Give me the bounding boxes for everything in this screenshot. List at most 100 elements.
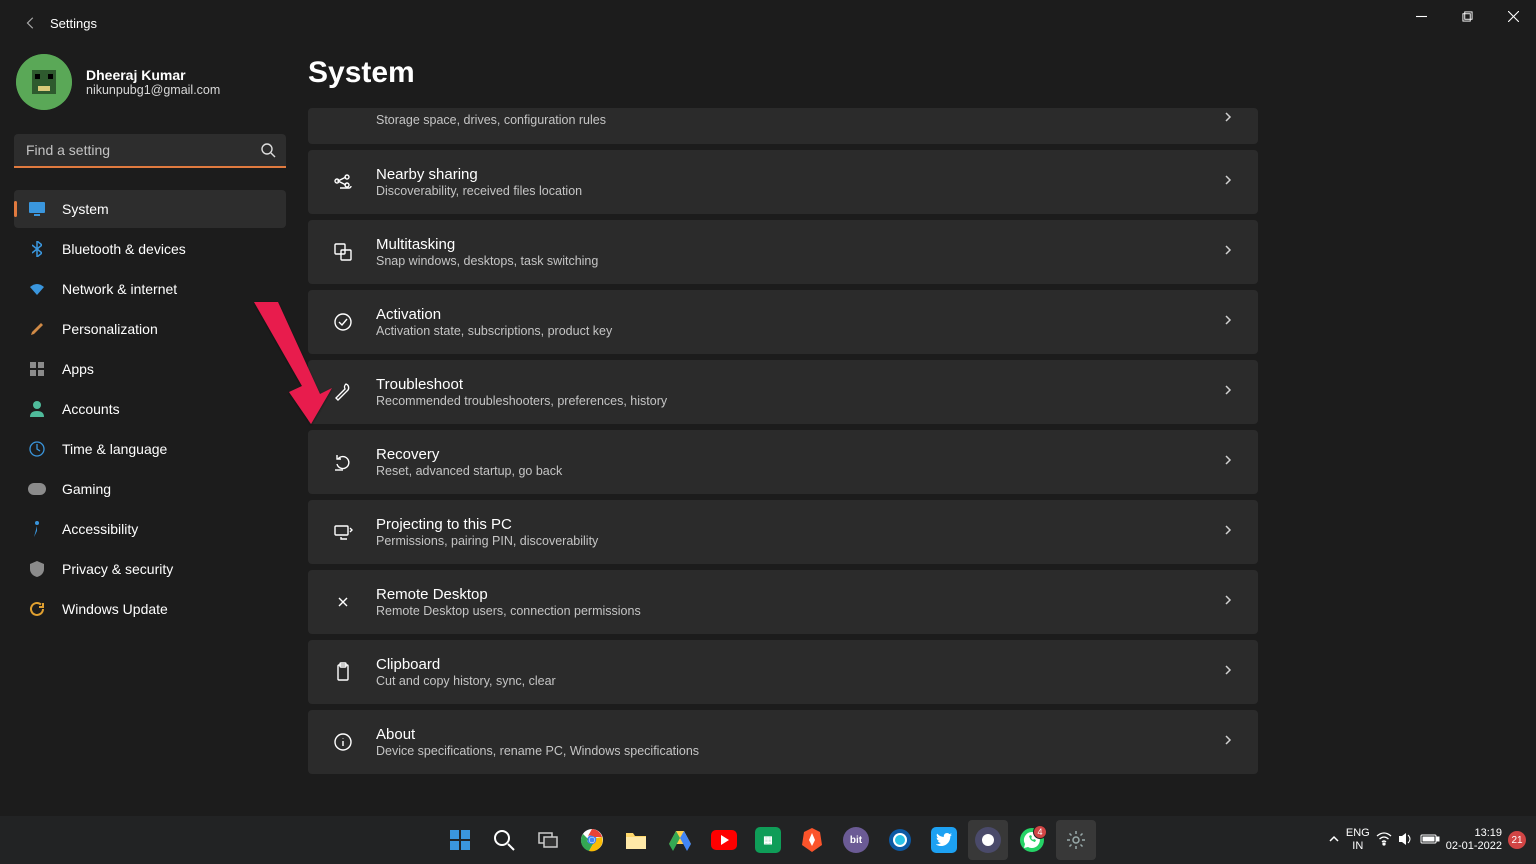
nav-label: Apps: [62, 361, 94, 377]
maximize-button[interactable]: [1444, 0, 1490, 32]
card-title: Nearby sharing: [376, 166, 1222, 183]
card-subtitle: Cut and copy history, sync, clear: [376, 674, 1222, 688]
bluetooth-icon: [28, 240, 46, 258]
minimize-button[interactable]: [1398, 0, 1444, 32]
card-subtitle: Device specifications, rename PC, Window…: [376, 744, 1222, 758]
edge-icon[interactable]: [880, 820, 920, 860]
setting-card-clipboard[interactable]: ClipboardCut and copy history, sync, cle…: [308, 640, 1258, 704]
clipboard-icon: [332, 661, 354, 683]
whatsapp-icon[interactable]: 4: [1012, 820, 1052, 860]
setting-card-about[interactable]: AboutDevice specifications, rename PC, W…: [308, 710, 1258, 774]
settings-app-icon[interactable]: [1056, 820, 1096, 860]
window-controls: [1398, 0, 1536, 32]
search-button[interactable]: [484, 820, 524, 860]
search-input[interactable]: [14, 134, 286, 168]
nav-item-system[interactable]: System: [14, 190, 286, 228]
card-title: Troubleshoot: [376, 376, 1222, 393]
chevron-right-icon: [1222, 453, 1234, 471]
nav-item-personalization[interactable]: Personalization: [14, 310, 286, 348]
card-subtitle: Recommended troubleshooters, preferences…: [376, 394, 1222, 408]
nav-item-bluetooth-devices[interactable]: Bluetooth & devices: [14, 230, 286, 268]
nav-item-accounts[interactable]: Accounts: [14, 390, 286, 428]
wifi-icon: [28, 280, 46, 298]
taskbar-right: ENG IN 13:19 02-01-2022 21: [1328, 827, 1526, 853]
wifi-icon[interactable]: [1376, 832, 1392, 849]
person-icon: [28, 400, 46, 418]
nav-label: Accounts: [62, 401, 120, 417]
setting-card-multitasking[interactable]: MultitaskingSnap windows, desktops, task…: [308, 220, 1258, 284]
taskbar-center: ▦ bit 4: [440, 820, 1096, 860]
volume-icon[interactable]: [1398, 832, 1414, 849]
settings-list: Storage space, drives, configuration rul…: [308, 108, 1258, 774]
setting-card-activation[interactable]: ActivationActivation state, subscription…: [308, 290, 1258, 354]
task-view-button[interactable]: [528, 820, 568, 860]
messages-icon[interactable]: [968, 820, 1008, 860]
nav-label: Gaming: [62, 481, 111, 497]
avatar: [16, 54, 72, 110]
card-title: Projecting to this PC: [376, 516, 1222, 533]
setting-card-recovery[interactable]: RecoveryReset, advanced startup, go back: [308, 430, 1258, 494]
chevron-right-icon: [1222, 173, 1234, 191]
bit-icon[interactable]: bit: [836, 820, 876, 860]
card-subtitle: Activation state, subscriptions, product…: [376, 324, 1222, 338]
twitter-icon[interactable]: [924, 820, 964, 860]
setting-card-projecting-to-this-pc[interactable]: Projecting to this PCPermissions, pairin…: [308, 500, 1258, 564]
setting-card-nearby-sharing[interactable]: Nearby sharingDiscoverability, received …: [308, 150, 1258, 214]
check-circle-icon: [332, 311, 354, 333]
start-button[interactable]: [440, 820, 480, 860]
card-subtitle: Remote Desktop users, connection permiss…: [376, 604, 1222, 618]
profile[interactable]: Dheeraj Kumar nikunpubg1@gmail.com: [14, 54, 286, 110]
brave-icon[interactable]: [792, 820, 832, 860]
card-subtitle: Discoverability, received files location: [376, 184, 1222, 198]
nav-label: System: [62, 201, 109, 217]
nav-item-privacy-security[interactable]: Privacy & security: [14, 550, 286, 588]
back-button[interactable]: [16, 8, 46, 38]
nav: System Bluetooth & devices Network & inter…: [14, 190, 286, 628]
card-title: Multitasking: [376, 236, 1222, 253]
battery-icon[interactable]: [1420, 833, 1440, 848]
setting-card-storage[interactable]: Storage space, drives, configuration rul…: [308, 108, 1258, 144]
nav-label: Bluetooth & devices: [62, 241, 186, 257]
close-button[interactable]: [1490, 0, 1536, 32]
notification-badge[interactable]: 21: [1508, 831, 1526, 849]
clock[interactable]: 13:19 02-01-2022: [1446, 827, 1502, 853]
chevron-right-icon: [1222, 593, 1234, 611]
card-subtitle: Storage space, drives, configuration rul…: [376, 113, 1222, 127]
card-subtitle: Reset, advanced startup, go back: [376, 464, 1222, 478]
language-indicator[interactable]: ENG IN: [1346, 827, 1370, 853]
drive-icon[interactable]: [660, 820, 700, 860]
shield-icon: [28, 560, 46, 578]
gamepad-icon: [28, 480, 46, 498]
globe-clock-icon: [28, 440, 46, 458]
whatsapp-badge: 4: [1033, 825, 1047, 839]
grid-icon: [28, 360, 46, 378]
nav-label: Personalization: [62, 321, 158, 337]
setting-card-troubleshoot[interactable]: TroubleshootRecommended troubleshooters,…: [308, 360, 1258, 424]
brush-icon: [28, 320, 46, 338]
file-explorer-icon[interactable]: [616, 820, 656, 860]
sidebar: Dheeraj Kumar nikunpubg1@gmail.com Syste…: [0, 46, 300, 816]
tray-chevron-icon[interactable]: [1328, 833, 1340, 848]
nav-item-network-internet[interactable]: Network & internet: [14, 270, 286, 308]
nav-item-windows-update[interactable]: Windows Update: [14, 590, 286, 628]
chevron-right-icon: [1222, 383, 1234, 401]
youtube-icon[interactable]: [704, 820, 744, 860]
page-title: System: [308, 56, 1496, 90]
nav-item-accessibility[interactable]: Accessibility: [14, 510, 286, 548]
card-subtitle: Permissions, pairing PIN, discoverabilit…: [376, 534, 1222, 548]
chevron-right-icon: [1222, 313, 1234, 331]
nav-item-gaming[interactable]: Gaming: [14, 470, 286, 508]
wrench-icon: [332, 381, 354, 403]
chrome-icon[interactable]: [572, 820, 612, 860]
app-name: Settings: [50, 16, 97, 31]
nav-item-apps[interactable]: Apps: [14, 350, 286, 388]
setting-card-remote-desktop[interactable]: Remote DesktopRemote Desktop users, conn…: [308, 570, 1258, 634]
card-title: Clipboard: [376, 656, 1222, 673]
content: System Storage space, drives, configurat…: [300, 46, 1536, 816]
nav-item-time-language[interactable]: Time & language: [14, 430, 286, 468]
accessibility-icon: [28, 520, 46, 538]
update-icon: [28, 600, 46, 618]
nav-label: Windows Update: [62, 601, 168, 617]
sheets-icon[interactable]: ▦: [748, 820, 788, 860]
multitask-icon: [332, 241, 354, 263]
